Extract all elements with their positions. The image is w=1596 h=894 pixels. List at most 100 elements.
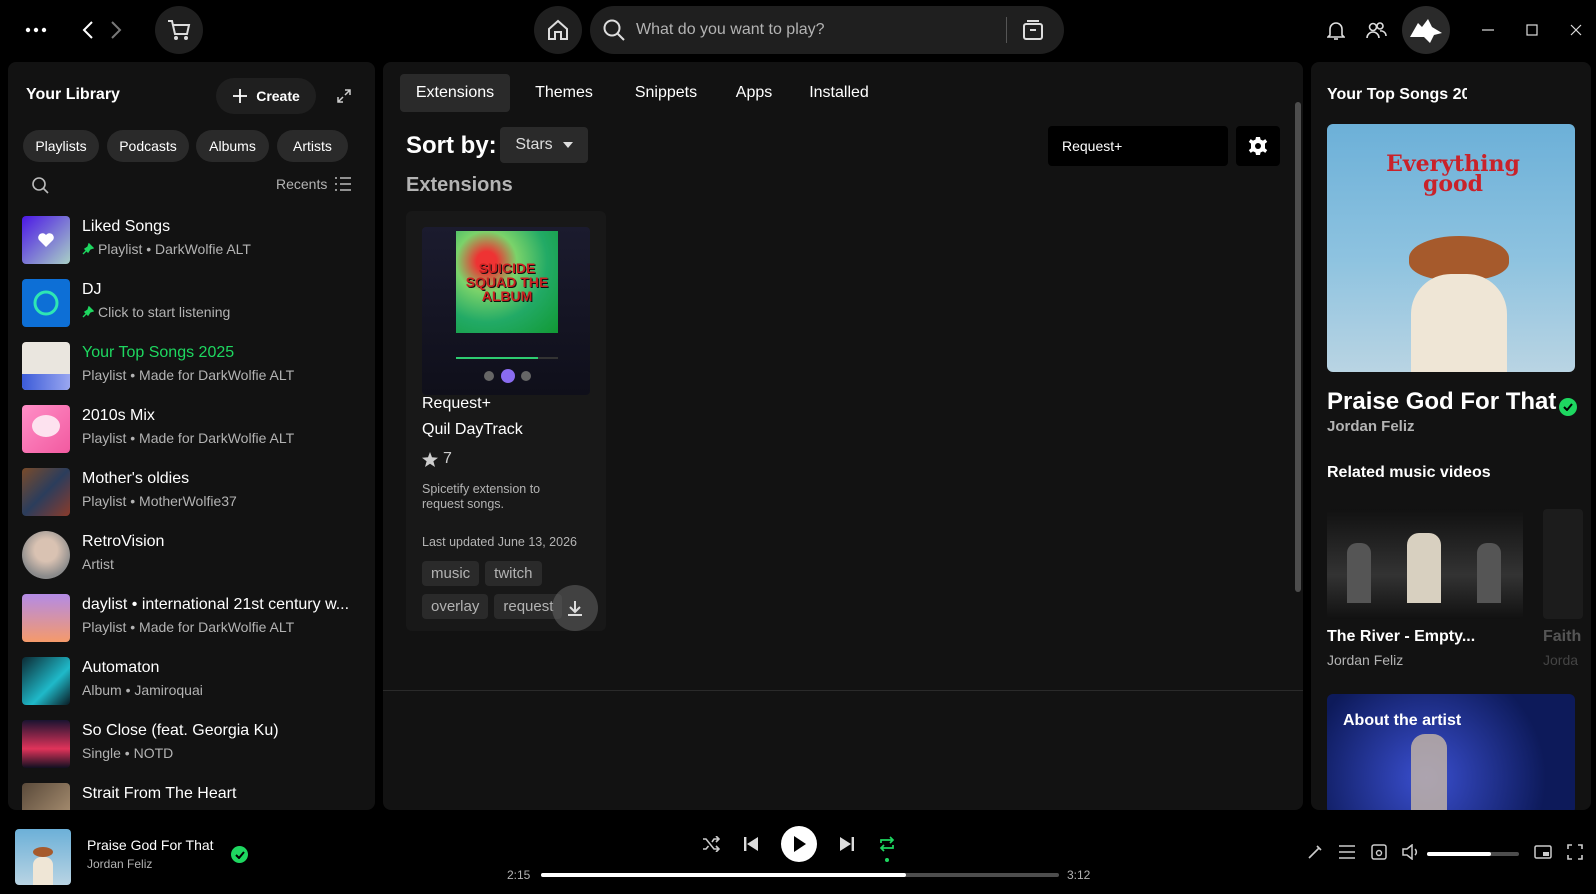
now-playing-context[interactable]: Your Top Songs 20 xyxy=(1327,86,1467,104)
next-icon[interactable] xyxy=(835,832,859,856)
library-item-so-close[interactable]: So Close (feat. Georgia Ku) Single • NOT… xyxy=(22,716,362,772)
tab-apps[interactable]: Apps xyxy=(724,74,784,112)
video-artist-2[interactable]: Jorda xyxy=(1543,652,1578,668)
library-item-retrovision[interactable]: RetroVision Artist xyxy=(22,527,362,583)
library-item-subtitle: Album • Jamiroquai xyxy=(82,682,203,698)
library-item-top-songs[interactable]: Your Top Songs 2025 Playlist • Made for … xyxy=(22,338,362,394)
library-item-name: Liked Songs xyxy=(82,218,171,235)
tab-themes[interactable]: Themes xyxy=(520,74,608,112)
search-bar[interactable] xyxy=(590,6,1064,54)
video-title-1[interactable]: The River - Empty... xyxy=(1327,628,1475,646)
search-divider xyxy=(1006,17,1007,43)
scrollbar[interactable] xyxy=(1295,102,1301,592)
video-thumbnail-1[interactable] xyxy=(1327,509,1523,619)
close-icon[interactable] xyxy=(1564,18,1588,42)
install-button[interactable] xyxy=(552,585,598,631)
previous-icon[interactable] xyxy=(739,832,763,856)
library-item-dj[interactable]: DJ Click to start listening xyxy=(22,275,362,331)
minimize-icon[interactable] xyxy=(1476,18,1500,42)
extension-title[interactable]: Request+ xyxy=(422,395,491,413)
star-icon xyxy=(422,451,438,467)
extension-last-updated: Last updated June 13, 2026 xyxy=(422,535,577,549)
tab-snippets[interactable]: Snippets xyxy=(619,74,713,112)
filter-artists[interactable]: Artists xyxy=(277,130,348,162)
settings-button[interactable] xyxy=(1236,126,1280,166)
library-title[interactable]: Your Library xyxy=(26,86,120,104)
so-close-thumbnail xyxy=(22,720,70,768)
library-item-liked-songs[interactable]: Liked Songs Playlist • DarkWolfie ALT xyxy=(22,212,362,268)
filter-playlists[interactable]: Playlists xyxy=(23,130,99,162)
miniplayer-icon[interactable] xyxy=(1531,840,1555,864)
repeat-icon[interactable] xyxy=(875,832,899,856)
forward-icon[interactable] xyxy=(104,16,128,44)
search-input[interactable] xyxy=(636,21,1006,39)
back-icon[interactable] xyxy=(76,16,100,44)
about-artist-heading: About the artist xyxy=(1343,712,1462,729)
plus-icon xyxy=(233,89,248,103)
download-icon xyxy=(568,601,582,616)
friend-activity-icon[interactable] xyxy=(1364,18,1388,42)
library-item-subtitle: Playlist • Made for DarkWolfie ALT xyxy=(82,430,295,446)
library-item-mothers-oldies[interactable]: Mother's oldies Playlist • MotherWolfie3… xyxy=(22,464,362,520)
tab-extensions[interactable]: Extensions xyxy=(400,74,510,112)
play-button[interactable] xyxy=(781,826,817,862)
player-saved-check-icon[interactable] xyxy=(231,846,248,863)
maximize-icon[interactable] xyxy=(1520,18,1544,42)
retrovision-avatar xyxy=(22,531,70,579)
sort-recents-label: Recents xyxy=(276,176,328,192)
volume-icon[interactable] xyxy=(1399,840,1423,864)
duration-time: 3:12 xyxy=(1067,868,1091,882)
marketplace-main-panel: Extensions Themes Snippets Apps Installe… xyxy=(383,62,1303,810)
fullscreen-icon[interactable] xyxy=(1563,840,1587,864)
related-videos-heading: Related music videos xyxy=(1327,464,1491,481)
tag-music: music xyxy=(422,561,480,586)
library-item-2010s-mix[interactable]: 2010s Mix Playlist • Made for DarkWolfie… xyxy=(22,401,362,457)
library-item-name: Automaton xyxy=(82,659,160,676)
video-title-2[interactable]: Faith xyxy=(1543,628,1581,646)
video-artist-1[interactable]: Jordan Feliz xyxy=(1327,652,1403,668)
connect-device-icon[interactable] xyxy=(1367,840,1391,864)
search-icon xyxy=(603,19,625,41)
now-playing-artist[interactable]: Jordan Feliz xyxy=(1327,418,1415,435)
video-thumbnail-2[interactable] xyxy=(1543,509,1583,619)
star-count: 7 xyxy=(443,450,452,467)
more-options-icon[interactable] xyxy=(20,18,52,42)
progress-bar[interactable] xyxy=(541,873,1059,877)
library-item-name: DJ xyxy=(82,281,102,298)
about-artist-card[interactable]: About the artist xyxy=(1327,694,1575,810)
extension-author[interactable]: Quil DayTrack xyxy=(422,421,523,439)
sort-dropdown[interactable]: Stars xyxy=(500,127,588,163)
saved-check-icon[interactable] xyxy=(1559,398,1577,416)
player-album-art[interactable] xyxy=(15,829,71,885)
volume-slider[interactable] xyxy=(1427,852,1519,856)
now-playing-album-art: Everything good xyxy=(1327,124,1575,372)
browse-icon[interactable] xyxy=(1021,18,1045,42)
home-button[interactable] xyxy=(534,6,582,54)
profile-avatar[interactable] xyxy=(1402,6,1450,54)
tab-installed[interactable]: Installed xyxy=(795,74,883,112)
expand-library-icon[interactable] xyxy=(332,84,356,108)
extension-card[interactable]: SUICIDE SQUAD THE ALBUM Request+ Quil Da… xyxy=(406,211,606,631)
lyrics-icon[interactable] xyxy=(1303,840,1327,864)
filter-albums[interactable]: Albums xyxy=(196,130,269,162)
now-playing-title[interactable]: Praise God For That xyxy=(1327,388,1556,416)
shuffle-icon[interactable] xyxy=(699,832,723,856)
notifications-icon[interactable] xyxy=(1324,18,1348,42)
queue-icon[interactable] xyxy=(1335,840,1359,864)
marketplace-cart-button[interactable] xyxy=(155,6,203,54)
marketplace-search-input[interactable]: Request+ xyxy=(1048,126,1228,166)
extension-description: Spicetify extension to request songs. xyxy=(422,482,541,511)
sort-value: Stars xyxy=(515,136,553,153)
library-item-daylist[interactable]: daylist • international 21st century w..… xyxy=(22,590,362,646)
library-item-name: Strait From The Heart xyxy=(82,785,237,802)
library-item-strait-from-the-heart[interactable]: Strait From The Heart xyxy=(22,779,362,810)
create-button[interactable]: Create xyxy=(216,78,316,114)
library-search-icon[interactable] xyxy=(29,174,51,196)
sort-recents[interactable]: Recents xyxy=(276,176,352,192)
player-track-artist[interactable]: Jordan Feliz xyxy=(87,857,152,871)
player-track-title[interactable]: Praise God For That xyxy=(87,837,214,853)
extension-stars: 7 xyxy=(422,450,452,468)
library-item-automaton[interactable]: Automaton Album • Jamiroquai xyxy=(22,653,362,709)
library-item-name: RetroVision xyxy=(82,533,165,550)
filter-podcasts[interactable]: Podcasts xyxy=(107,130,189,162)
